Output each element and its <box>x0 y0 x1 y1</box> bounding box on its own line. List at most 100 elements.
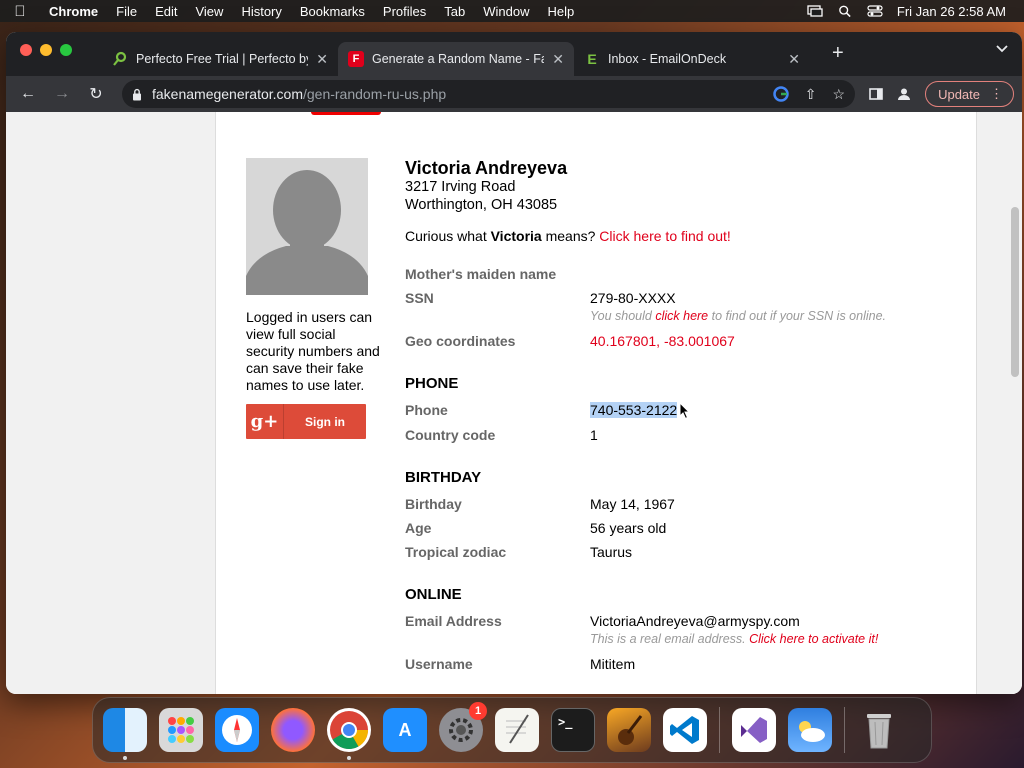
content-panel: Logged in users can view full social sec… <box>215 112 977 694</box>
header-button-fragment[interactable] <box>311 112 381 115</box>
address-bar[interactable]: fakenamegenerator.com/gen-random-ru-us.p… <box>122 80 856 108</box>
profile-silhouette <box>246 158 368 295</box>
trash-can-icon <box>867 714 891 749</box>
menu-view[interactable]: View <box>186 4 232 19</box>
page-scrollbar[interactable] <box>1008 112 1022 694</box>
person-silhouette-icon <box>246 170 368 295</box>
tab-emailondeck[interactable]: E Inbox - EmailOnDeck ✕ <box>574 42 810 76</box>
menu-help[interactable]: Help <box>539 4 584 19</box>
dock-separator <box>844 707 845 753</box>
notification-badge: 1 <box>469 702 487 720</box>
close-tab-icon[interactable]: ✕ <box>316 51 328 68</box>
google-lens-icon[interactable] <box>773 86 789 102</box>
tab-title: Perfecto Free Trial | Perfecto by <box>136 52 309 66</box>
zoom-window-button[interactable] <box>60 44 72 56</box>
tab-fakename[interactable]: F Generate a Random Name - Fa ✕ <box>338 42 574 76</box>
update-label: Update <box>938 86 980 102</box>
launchpad-icon[interactable] <box>159 708 203 752</box>
menu-tab[interactable]: Tab <box>435 4 474 19</box>
phone-value-cell[interactable]: 740-553-2122 <box>590 402 965 420</box>
screen-mirroring-icon[interactable] <box>807 5 823 17</box>
fakename-icon: F <box>348 51 364 67</box>
more-options-icon[interactable]: ⋮ <box>990 86 1003 102</box>
share-icon[interactable]: ⇧ <box>805 86 817 103</box>
ssn-note-suffix: to find out if your SSN is online. <box>708 309 887 323</box>
ssn-note-prefix: You should <box>590 309 656 323</box>
chrome-logo-icon <box>330 711 369 750</box>
menu-clock[interactable]: Fri Jan 26 2:58 AM <box>897 4 1006 19</box>
garageband-icon[interactable] <box>607 708 651 752</box>
side-panel-icon[interactable] <box>869 88 883 100</box>
google-signin-button[interactable]: g+ Sign in <box>246 404 366 439</box>
system-settings-icon[interactable]: 1 <box>439 702 487 752</box>
reload-icon[interactable]: ↻ <box>82 80 110 108</box>
visual-studio-icon[interactable] <box>732 708 776 752</box>
ssn-check-link[interactable]: click here <box>655 309 708 323</box>
guitar-icon <box>618 715 643 745</box>
close-tab-icon[interactable]: ✕ <box>788 51 800 68</box>
forward-arrow-icon[interactable]: → <box>48 80 76 108</box>
address-city: Worthington, OH 43085 <box>405 197 558 213</box>
terminal-icon[interactable]: >_ <box>551 708 595 752</box>
apple-icon[interactable]:  <box>0 3 40 20</box>
tab-search-chevron-icon[interactable] <box>996 45 1008 53</box>
tab-perfecto[interactable]: Perfecto Free Trial | Perfecto by ✕ <box>102 42 338 76</box>
phone-value[interactable]: 740-553-2122 <box>590 402 678 418</box>
control-center-icon[interactable] <box>867 5 883 17</box>
phone-heading: PHONE <box>405 375 459 392</box>
running-indicator <box>347 756 351 760</box>
scrollbar-thumb[interactable] <box>1011 207 1019 377</box>
identity-name: Victoria Andreyeva <box>405 158 568 178</box>
spotlight-search-icon[interactable] <box>837 5 853 17</box>
lock-icon[interactable] <box>132 88 142 101</box>
url-text[interactable]: fakenamegenerator.com/gen-random-ru-us.p… <box>152 86 446 102</box>
menu-history[interactable]: History <box>232 4 290 19</box>
curious-suffix: means? <box>541 228 600 244</box>
activate-email-link[interactable]: Click here to activate it! <box>749 632 878 646</box>
menu-edit[interactable]: Edit <box>146 4 186 19</box>
cloud-sun-icon <box>799 721 825 742</box>
menu-app-name[interactable]: Chrome <box>40 4 107 19</box>
new-tab-button[interactable]: + <box>832 42 844 65</box>
firefox-icon[interactable] <box>271 708 315 752</box>
textedit-icon[interactable] <box>495 708 539 752</box>
username-row: Username Mititem <box>405 656 965 672</box>
curious-prefix: Curious what <box>405 228 491 244</box>
safari-icon[interactable] <box>215 708 259 752</box>
trash-icon[interactable] <box>857 708 901 752</box>
update-button[interactable]: Update ⋮ <box>925 81 1014 107</box>
mouse-pointer-icon <box>679 402 691 420</box>
back-arrow-icon[interactable]: ← <box>14 80 42 108</box>
age-label: Age <box>405 520 432 537</box>
age-value: 56 years old <box>590 520 667 537</box>
maiden-name-row: Mother's maiden name <box>405 266 965 282</box>
menu-bookmarks[interactable]: Bookmarks <box>291 4 374 19</box>
chrome-icon[interactable] <box>327 708 371 760</box>
name-meaning-link[interactable]: Click here to find out! <box>599 228 731 244</box>
username-label: Username <box>405 656 473 673</box>
name-meaning-line: Curious what Victoria means? Click here … <box>405 228 965 244</box>
window-controls <box>20 44 72 56</box>
browser-toolbar: ← → ↻ fakenamegenerator.com/gen-random-r… <box>6 76 1022 112</box>
ssn-note: You should click here to find out if you… <box>590 309 965 323</box>
maiden-name-label: Mother's maiden name <box>405 266 557 282</box>
geo-coordinates-link[interactable]: 40.167801, -83.001067 <box>590 333 965 349</box>
vscode-icon[interactable] <box>663 708 707 752</box>
bookmark-star-icon[interactable]: ☆ <box>833 86 846 103</box>
menu-profiles[interactable]: Profiles <box>374 4 435 19</box>
menu-file[interactable]: File <box>107 4 146 19</box>
zodiac-row: Tropical zodiac Taurus <box>405 544 965 560</box>
menu-window[interactable]: Window <box>474 4 538 19</box>
vscode-logo-icon <box>670 716 699 744</box>
app-store-icon[interactable]: A <box>383 708 427 752</box>
weather-icon[interactable] <box>788 708 832 752</box>
close-window-button[interactable] <box>20 44 32 56</box>
address-street: 3217 Irving Road <box>405 179 516 195</box>
profile-avatar-icon[interactable] <box>897 87 911 101</box>
email-value[interactable]: VictoriaAndreyeva@armyspy.com <box>590 613 965 629</box>
close-tab-icon[interactable]: ✕ <box>552 51 564 68</box>
finder-icon[interactable] <box>103 708 147 760</box>
minimize-window-button[interactable] <box>40 44 52 56</box>
email-note: This is a real email address. Click here… <box>590 632 965 646</box>
menu-bar:  Chrome File Edit View History Bookmark… <box>0 0 1024 22</box>
